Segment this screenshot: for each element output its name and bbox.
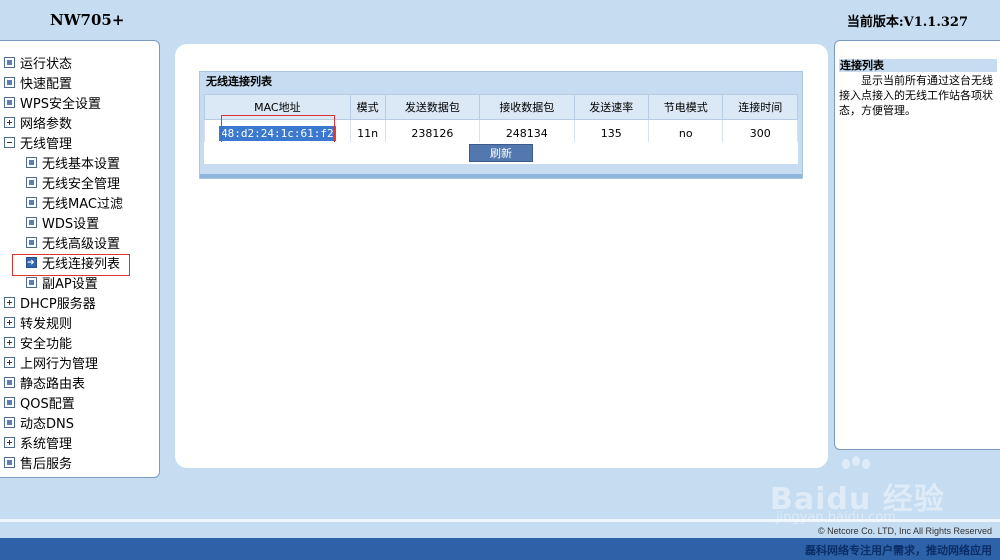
doc-icon — [4, 377, 15, 388]
sidebar-item-label: 上网行为管理 — [20, 357, 99, 372]
panel-bottom-bar — [200, 174, 802, 178]
col-header-tx-packets: 发送数据包 — [384, 94, 481, 120]
doc-icon — [4, 417, 15, 428]
sidebar-subitem-mac-filter[interactable]: 无线MAC过滤 — [0, 195, 159, 215]
expand-plus-icon[interactable] — [4, 337, 15, 348]
expand-plus-icon[interactable] — [4, 437, 15, 448]
arrow-right-icon — [26, 253, 37, 273]
annotation-highlight-box — [221, 115, 335, 144]
sidebar-item-label: 静态路由表 — [20, 377, 86, 392]
sidebar-item-ddns[interactable]: 动态DNS — [0, 415, 159, 435]
sidebar-item-label: 运行状态 — [20, 57, 73, 72]
doc-icon — [26, 197, 37, 208]
button-row: 刷新 — [204, 142, 798, 164]
doc-icon — [26, 177, 37, 188]
sidebar-item-label: 网络参数 — [20, 117, 73, 132]
help-body: 显示当前所有通过这台无线接入点接入的无线工作站各项状态，方便管理。 — [839, 74, 993, 117]
brand-name: 磊科网络 — [805, 544, 849, 557]
sidebar-item-label: WDS设置 — [42, 217, 100, 232]
sidebar-subitem-secondary-ap[interactable]: 副AP设置 — [0, 275, 159, 295]
sidebar-subitem-wireless-advanced[interactable]: 无线高级设置 — [0, 235, 159, 255]
help-title: 连接列表 — [839, 59, 997, 72]
sidebar-item-label: 系统管理 — [20, 437, 73, 452]
device-model-title: NW705+ — [50, 11, 125, 29]
doc-icon — [4, 397, 15, 408]
sidebar-item-qos[interactable]: QOS配置 — [0, 395, 159, 415]
col-header-mode: 模式 — [349, 94, 386, 120]
sidebar-item-label: 无线MAC过滤 — [42, 197, 123, 212]
version-label: 当前版本: — [846, 15, 904, 30]
footer-slogan: 磊科网络专注用户需求，推动网络应用 — [805, 542, 992, 558]
paw-icon — [842, 456, 870, 469]
sidebar-item-static-route[interactable]: 静态路由表 — [0, 375, 159, 395]
col-header-power-save: 节电模式 — [648, 94, 724, 120]
sidebar-item-label: 无线安全管理 — [42, 177, 121, 192]
sidebar-item-run-status[interactable]: 运行状态 — [0, 55, 159, 75]
connection-list-panel: 无线连接列表 MAC地址 模式 发送数据包 接收数据包 发送速率 节电模式 连接… — [199, 71, 803, 179]
sidebar-item-dhcp[interactable]: DHCP服务器 — [0, 295, 159, 315]
sidebar-nav: 运行状态 快速配置 WPS安全设置 网络参数 无线管理 无线基本设置 无线安全管… — [0, 40, 160, 478]
sidebar-subitem-wds[interactable]: WDS设置 — [0, 215, 159, 235]
doc-icon — [26, 217, 37, 228]
sidebar-item-system[interactable]: 系统管理 — [0, 435, 159, 455]
expand-plus-icon[interactable] — [4, 317, 15, 328]
firmware-version: 当前版本:V1.1.327 — [847, 11, 968, 30]
sidebar-item-wireless[interactable]: 无线管理 — [0, 135, 159, 155]
sidebar-item-label: DHCP服务器 — [20, 297, 96, 312]
refresh-button[interactable]: 刷新 — [469, 144, 533, 162]
sidebar-item-security[interactable]: 安全功能 — [0, 335, 159, 355]
sidebar-item-label: 快速配置 — [20, 77, 73, 92]
sidebar-item-label: 动态DNS — [20, 417, 74, 432]
copyright-text: © Netcore Co. LTD, Inc All Rights Reserv… — [817, 526, 992, 536]
sidebar-item-behavior[interactable]: 上网行为管理 — [0, 355, 159, 375]
col-header-rx-packets: 接收数据包 — [479, 94, 575, 120]
expand-plus-icon[interactable] — [4, 297, 15, 308]
sidebar-subitem-connection-list[interactable]: 无线连接列表 — [0, 253, 159, 276]
sidebar-item-label: WPS安全设置 — [20, 97, 101, 112]
sidebar-item-network[interactable]: 网络参数 — [0, 115, 159, 135]
sidebar-item-support[interactable]: 售后服务 — [0, 455, 159, 475]
sidebar-item-label: 无线高级设置 — [42, 237, 121, 252]
sidebar-item-label: 售后服务 — [20, 457, 73, 472]
connection-table: MAC地址 模式 发送数据包 接收数据包 发送速率 节电模式 连接时间 48:d… — [204, 94, 798, 147]
sidebar-item-wps[interactable]: WPS安全设置 — [0, 95, 159, 115]
doc-icon — [26, 277, 37, 288]
sidebar-subitem-wireless-basic[interactable]: 无线基本设置 — [0, 155, 159, 175]
sidebar-item-label: QOS配置 — [20, 397, 75, 412]
main-content: 无线连接列表 MAC地址 模式 发送数据包 接收数据包 发送速率 节电模式 连接… — [175, 44, 828, 468]
sidebar-item-quick-setup[interactable]: 快速配置 — [0, 75, 159, 95]
sidebar-item-forwarding[interactable]: 转发规则 — [0, 315, 159, 335]
sidebar-item-label: 转发规则 — [20, 317, 73, 332]
doc-icon — [4, 457, 15, 468]
doc-icon — [4, 57, 15, 68]
expand-plus-icon[interactable] — [4, 357, 15, 368]
collapse-minus-icon[interactable] — [4, 137, 15, 148]
version-value: V1.1.327 — [903, 15, 968, 30]
slogan-text: 专注用户需求，推动网络应用 — [849, 544, 992, 557]
sidebar-item-label: 副AP设置 — [42, 277, 98, 292]
doc-icon — [26, 157, 37, 168]
panel-title: 无线连接列表 — [200, 72, 802, 92]
help-panel: 连接列表 显示当前所有通过这台无线接入点接入的无线工作站各项状态，方便管理。 — [834, 40, 1000, 450]
col-header-conn-time: 连接时间 — [722, 94, 798, 120]
sidebar-item-label: 无线管理 — [20, 137, 73, 152]
sidebar-item-label: 无线基本设置 — [42, 157, 121, 172]
doc-icon — [26, 237, 37, 248]
expand-plus-icon[interactable] — [4, 117, 15, 128]
footer-divider — [0, 519, 1000, 522]
col-header-tx-rate: 发送速率 — [573, 94, 650, 120]
doc-icon — [4, 77, 15, 88]
doc-icon — [4, 97, 15, 108]
sidebar-item-label: 安全功能 — [20, 337, 73, 352]
sidebar-subitem-wireless-security[interactable]: 无线安全管理 — [0, 175, 159, 195]
watermark-url: jingyan.baidu.com — [776, 510, 896, 525]
nav-menu: 运行状态 快速配置 WPS安全设置 网络参数 无线管理 无线基本设置 无线安全管… — [0, 41, 159, 475]
